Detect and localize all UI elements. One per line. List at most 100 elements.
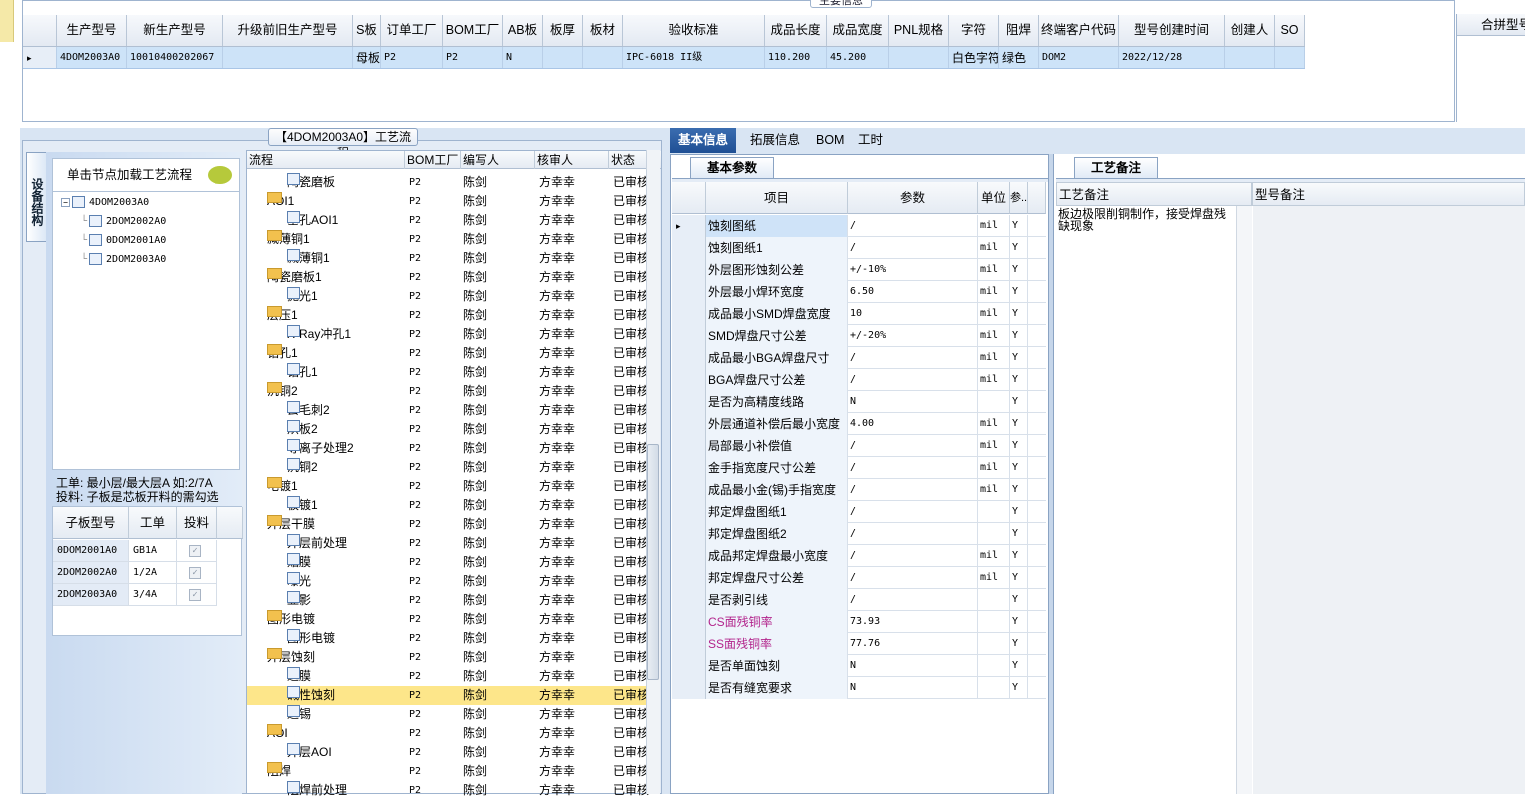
- cell-2[interactable]: [223, 47, 353, 68]
- flow-grid-scroll-thumb[interactable]: [647, 444, 659, 680]
- flow-row[interactable]: └沉铜2 P2 陈剑 方幸幸 已审核: [247, 458, 649, 477]
- col-header-15[interactable]: 终端客户代码: [1039, 15, 1119, 46]
- param-cell-p[interactable]: Y: [1010, 567, 1028, 589]
- cell-9[interactable]: IPC-6018 II级: [623, 47, 765, 68]
- param-row[interactable]: SS面残铜率 77.76 Y: [672, 633, 1046, 655]
- param-cell-val[interactable]: /: [848, 435, 978, 457]
- param-cell-unit[interactable]: [978, 677, 1010, 699]
- main-info-data-row[interactable]: ▸ 4DOM2003A0 10010400202067 母板 P2 P2 N IPC-6018…: [23, 47, 1305, 69]
- sub-header-0[interactable]: 子板型号: [53, 507, 129, 539]
- cell-16[interactable]: 2022/12/28: [1119, 47, 1225, 68]
- param-cell-val[interactable]: /: [848, 589, 978, 611]
- param-cell-unit[interactable]: mil: [978, 545, 1010, 567]
- param-header-2[interactable]: 单位: [978, 182, 1010, 214]
- param-cell-p[interactable]: Y: [1010, 611, 1028, 633]
- cell-8[interactable]: [583, 47, 623, 68]
- cell-15[interactable]: DOM2: [1039, 47, 1119, 68]
- col-header-7[interactable]: 板厚: [543, 15, 583, 46]
- col-header-13[interactable]: 字符: [949, 15, 999, 46]
- param-cell-item[interactable]: 金手指宽度尺寸公差: [706, 457, 848, 479]
- col-header-5[interactable]: BOM工厂: [443, 15, 503, 46]
- param-cell-val[interactable]: /: [848, 215, 978, 237]
- flow-row[interactable]: └图形电镀 P2 陈剑 方幸幸 已审核: [247, 629, 649, 648]
- param-cell-item[interactable]: 是否单面蚀刻: [706, 655, 848, 677]
- flow-row[interactable]: └退膜 P2 陈剑 方幸幸 已审核: [247, 667, 649, 686]
- flow-row[interactable]: └钻孔1 P2 陈剑 方幸幸 已审核: [247, 363, 649, 382]
- flow-row[interactable]: −外层蚀刻 P2 陈剑 方幸幸 已审核: [247, 648, 649, 667]
- checkbox-icon[interactable]: ✓: [189, 589, 201, 601]
- flow-row[interactable]: └退锡 P2 陈剑 方幸幸 已审核: [247, 705, 649, 724]
- param-cell-unit[interactable]: [978, 523, 1010, 545]
- param-cell-unit[interactable]: mil: [978, 215, 1010, 237]
- cell-3[interactable]: 母板: [353, 47, 381, 68]
- param-row[interactable]: 金手指宽度尺寸公差 / mil Y: [672, 457, 1046, 479]
- param-cell-p[interactable]: Y: [1010, 523, 1028, 545]
- process-note-scrollbar[interactable]: [1236, 206, 1252, 794]
- cell-0[interactable]: 4DOM2003A0: [57, 47, 127, 68]
- param-cell-item[interactable]: 外层图形蚀刻公差: [706, 259, 848, 281]
- flow-row[interactable]: −减薄铜1 P2 陈剑 方幸幸 已审核: [247, 230, 649, 249]
- param-cell-p[interactable]: Y: [1010, 237, 1028, 259]
- param-cell-p[interactable]: Y: [1010, 369, 1028, 391]
- col-header-0[interactable]: 生产型号: [57, 15, 127, 46]
- param-cell-unit[interactable]: mil: [978, 347, 1010, 369]
- param-cell-p[interactable]: Y: [1010, 633, 1028, 655]
- feed-checkbox-cell[interactable]: ✓: [177, 562, 217, 584]
- param-cell-unit[interactable]: mil: [978, 567, 1010, 589]
- col-header-17[interactable]: 创建人: [1225, 15, 1275, 46]
- flow-row[interactable]: └陶瓷磨板 P2 陈剑 方幸幸 已审核: [247, 173, 649, 192]
- flow-row[interactable]: └抛光1 P2 陈剑 方幸幸 已审核: [247, 287, 649, 306]
- feed-checkbox-cell[interactable]: ✓: [177, 540, 217, 562]
- param-row[interactable]: 成品最小BGA焊盘尺寸 / mil Y: [672, 347, 1046, 369]
- sub-cell[interactable]: 2DOM2002A0: [53, 562, 129, 584]
- param-cell-p[interactable]: Y: [1010, 677, 1028, 699]
- param-cell-p[interactable]: Y: [1010, 501, 1028, 523]
- param-cell-val[interactable]: 6.50: [848, 281, 978, 303]
- tab-0[interactable]: 基本信息: [670, 128, 737, 153]
- param-row[interactable]: 是否单面蚀刻 N Y: [672, 655, 1046, 677]
- flow-row[interactable]: └烘板2 P2 陈剑 方幸幸 已审核: [247, 420, 649, 439]
- param-row[interactable]: ▸ 蚀刻图纸 / mil Y: [672, 215, 1046, 237]
- basic-params-tab[interactable]: 基本参数: [690, 157, 774, 179]
- tab-1[interactable]: 拓展信息: [742, 128, 808, 153]
- param-cell-p[interactable]: Y: [1010, 281, 1028, 303]
- cell-18[interactable]: [1275, 47, 1305, 68]
- param-cell-unit[interactable]: [978, 633, 1010, 655]
- col-header-14[interactable]: 阻焊: [999, 15, 1039, 46]
- col-header-6[interactable]: AB板: [503, 15, 543, 46]
- param-cell-item[interactable]: 邦定焊盘图纸2: [706, 523, 848, 545]
- param-cell-p[interactable]: Y: [1010, 303, 1028, 325]
- col-header-2[interactable]: 升级前旧生产型号: [223, 15, 353, 46]
- param-cell-val[interactable]: /: [848, 479, 978, 501]
- param-cell-unit[interactable]: mil: [978, 457, 1010, 479]
- tab-2[interactable]: BOM: [808, 128, 852, 153]
- param-row[interactable]: 外层图形蚀刻公差 +/-10% mil Y: [672, 259, 1046, 281]
- param-cell-p[interactable]: Y: [1010, 325, 1028, 347]
- process-note-text[interactable]: 板边极限削铜制作，接受焊盘残缺现象: [1058, 208, 1234, 232]
- param-cell-unit[interactable]: mil: [978, 303, 1010, 325]
- flow-header-0[interactable]: 流程: [247, 151, 405, 169]
- param-cell-item[interactable]: 外层最小焊环宽度: [706, 281, 848, 303]
- param-cell-item[interactable]: 蚀刻图纸: [706, 215, 848, 237]
- param-cell-item[interactable]: 邦定焊盘尺寸公差: [706, 567, 848, 589]
- flow-row[interactable]: └阻焊前处理 P2 陈剑 方幸幸 已审核: [247, 781, 649, 800]
- param-row[interactable]: 成品最小SMD焊盘宽度 10 mil Y: [672, 303, 1046, 325]
- param-row[interactable]: 成品邦定焊盘最小宽度 / mil Y: [672, 545, 1046, 567]
- param-cell-item[interactable]: 是否为高精度线路: [706, 391, 848, 413]
- param-cell-p[interactable]: Y: [1010, 413, 1028, 435]
- cell-13[interactable]: 白色字符: [949, 47, 999, 68]
- param-cell-unit[interactable]: mil: [978, 479, 1010, 501]
- cell-4[interactable]: P2: [381, 47, 443, 68]
- param-cell-val[interactable]: /: [848, 523, 978, 545]
- cell-12[interactable]: [889, 47, 949, 68]
- flow-header-1[interactable]: BOM工厂: [405, 151, 461, 169]
- param-cell-val[interactable]: N: [848, 655, 978, 677]
- param-row[interactable]: 蚀刻图纸1/mil Y: [672, 237, 1046, 259]
- param-cell-val[interactable]: +/-20%: [848, 325, 978, 347]
- tree-child-node[interactable]: └ 2DOM2002A0: [81, 215, 166, 227]
- param-cell-val[interactable]: N: [848, 677, 978, 699]
- col-header-10[interactable]: 成品长度: [765, 15, 827, 46]
- sub-cell[interactable]: 3/4A: [129, 584, 177, 606]
- col-header-9[interactable]: 验收标准: [623, 15, 765, 46]
- param-cell-item[interactable]: SS面残铜率: [706, 633, 848, 655]
